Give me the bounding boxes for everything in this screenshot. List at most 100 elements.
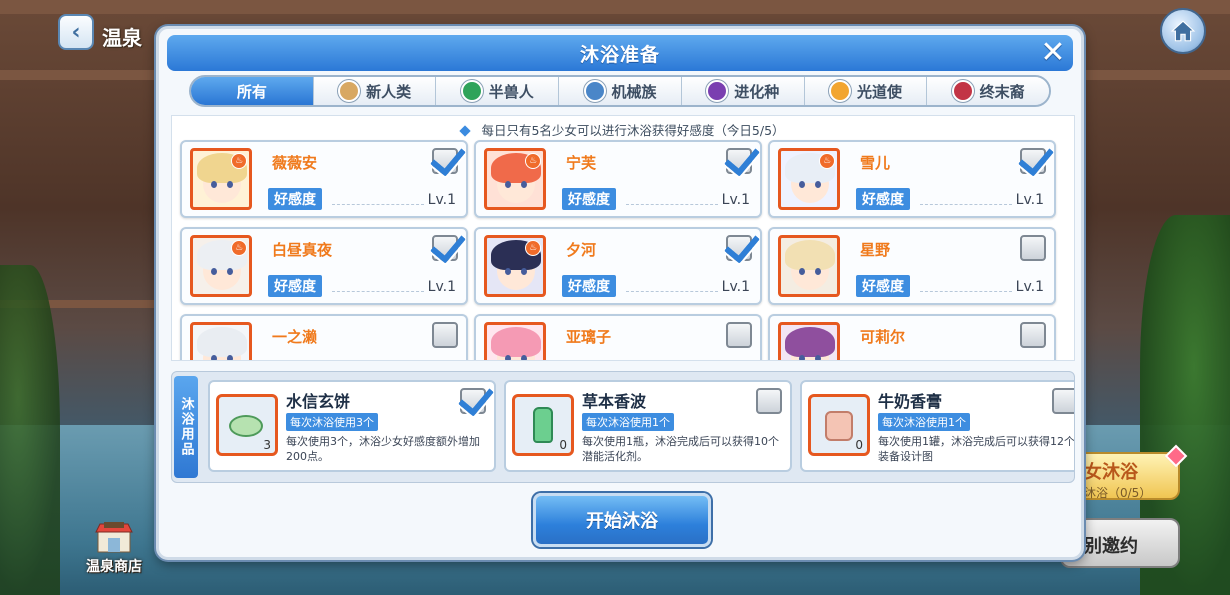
select-checkbox[interactable]: [726, 235, 752, 261]
tab-4[interactable]: 进化种: [681, 77, 805, 105]
character-name: 宁芙: [566, 154, 597, 172]
item-description: 每次使用1罐，沐浴完成后可以获得12个装备设计图: [878, 435, 1075, 463]
bath-item-card[interactable]: 0 牛奶香膏 每次沐浴使用1个 每次使用1罐，沐浴完成后可以获得12个装备设计图: [800, 380, 1075, 472]
back-button[interactable]: ‹: [58, 14, 94, 50]
character-card[interactable]: 星野 好感度 Lv.1: [768, 227, 1056, 305]
select-checkbox[interactable]: [432, 235, 458, 261]
favor-label: 好感度: [268, 188, 322, 210]
character-name: 雪儿: [860, 154, 891, 172]
new-human-icon: [338, 80, 361, 102]
favor-progress-line: [332, 204, 424, 205]
tab-0[interactable]: 所有: [191, 77, 314, 105]
tab-label: 机械族: [611, 82, 657, 101]
daily-limit-notice: 每日只有5名少女可以进行沐浴获得好感度（今日5/5）: [172, 120, 1074, 139]
special-invite-label: 别邀约: [1084, 536, 1138, 557]
favor-label: 好感度: [856, 275, 910, 297]
bath-skill-icon: ♨: [525, 240, 541, 256]
favor-label: 好感度: [562, 275, 616, 297]
home-button[interactable]: [1160, 8, 1206, 54]
item-usage-tag: 每次沐浴使用3个: [286, 413, 378, 431]
light-icon: [828, 80, 851, 102]
item-description: 每次使用3个，沐浴少女好感度额外增加200点。: [286, 435, 480, 463]
character-portrait: ♨: [190, 148, 252, 210]
dialog-header: 沐浴准备 ✕: [167, 35, 1073, 71]
character-card[interactable]: ♨ 宁芙 好感度 Lv.1: [474, 140, 762, 218]
character-card[interactable]: 亚璃子: [474, 314, 762, 360]
close-icon: ✕: [1040, 35, 1066, 70]
tab-5[interactable]: 光道使: [804, 77, 928, 105]
dialog-title: 沐浴准备: [579, 43, 660, 66]
tab-label: 新人类: [366, 82, 412, 101]
bath-skill-icon: ♨: [231, 240, 247, 256]
character-level: Lv.1: [427, 192, 456, 208]
item-name: 牛奶香膏: [878, 392, 943, 411]
select-checkbox[interactable]: [432, 148, 458, 174]
shampoo-bottle-icon: 0: [512, 394, 574, 456]
character-card[interactable]: ♨ 白昼真夜 好感度 Lv.1: [180, 227, 468, 305]
character-card[interactable]: 一之濑: [180, 314, 468, 360]
favor-label: 好感度: [562, 188, 616, 210]
tab-1[interactable]: 新人类: [313, 77, 437, 105]
home-icon: [1170, 20, 1196, 42]
item-usage-tag: 每次沐浴使用1个: [582, 413, 674, 431]
bath-entry-count: 沐浴（0/5）: [1084, 486, 1152, 500]
tab-label: 进化种: [734, 82, 780, 101]
bath-items-panel: 沐浴用品 3 水信玄饼 每次沐浴使用3个 每次使用3个，沐浴少女好感度额外增加200点…: [171, 371, 1075, 483]
select-checkbox[interactable]: [432, 322, 458, 348]
diamond-bullet-icon: [459, 125, 472, 137]
character-portrait: [778, 235, 840, 297]
tab-label: 光道使: [856, 82, 902, 101]
item-quantity: 3: [263, 438, 271, 452]
tab-3[interactable]: 机械族: [559, 77, 682, 105]
end-icon: [951, 80, 974, 102]
character-name: 星野: [860, 241, 891, 259]
character-list[interactable]: 每日只有5名少女可以进行沐浴获得好感度（今日5/5） ♨ 薇薇安好感度 Lv.1 ♨ 宁…: [171, 115, 1075, 361]
shop-icon: [94, 520, 134, 556]
item-select-checkbox[interactable]: [1052, 388, 1074, 414]
select-checkbox[interactable]: [1020, 322, 1046, 348]
tab-label: 半兽人: [488, 82, 534, 101]
select-checkbox[interactable]: [1020, 235, 1046, 261]
character-name: 夕河: [566, 241, 597, 259]
start-bath-button[interactable]: 开始沐浴: [533, 493, 711, 547]
item-name: 草本香波: [582, 392, 647, 411]
character-portrait: ♨: [778, 148, 840, 210]
item-description: 每次使用1瓶，沐浴完成后可以获得10个潜能活化剂。: [582, 435, 779, 463]
character-level: Lv.1: [427, 279, 456, 295]
favor-progress-line: [920, 291, 1012, 292]
notice-text: 每日只有5名少女可以进行沐浴获得好感度（今日5/5）: [481, 123, 785, 138]
select-checkbox[interactable]: [726, 148, 752, 174]
character-portrait: ♨: [190, 235, 252, 297]
start-bath-label: 开始沐浴: [586, 511, 658, 532]
bath-skill-icon: ♨: [231, 153, 247, 169]
character-card[interactable]: ♨ 薇薇安好感度 Lv.1: [180, 140, 468, 218]
tab-6[interactable]: 终末裔: [927, 77, 1049, 105]
favor-progress-line: [332, 291, 424, 292]
bath-item-card[interactable]: 3 水信玄饼 每次沐浴使用3个 每次使用3个，沐浴少女好感度额外增加200点。: [208, 380, 496, 472]
bath-item-card[interactable]: 0 草本香波每次沐浴使用1个每次使用1瓶，沐浴完成后可以获得10个潜能活化剂。: [504, 380, 792, 472]
select-checkbox[interactable]: [1020, 148, 1046, 174]
character-card[interactable]: ♨ 夕河好感度 Lv.1: [474, 227, 762, 305]
item-select-checkbox[interactable]: [756, 388, 782, 414]
bath-entry-title: 女沐浴: [1084, 462, 1138, 483]
item-select-checkbox[interactable]: [460, 388, 486, 414]
bath-items-label: 沐浴用品: [174, 376, 198, 478]
hot-spring-shop-button[interactable]: 温泉商店: [78, 520, 150, 580]
character-portrait: [484, 322, 546, 360]
close-button[interactable]: ✕: [1037, 37, 1069, 69]
select-checkbox[interactable]: [726, 322, 752, 348]
character-name: 可莉尔: [860, 328, 906, 346]
character-portrait: [190, 322, 252, 360]
cream-jar-icon: 0: [808, 394, 870, 456]
bath-skill-icon: ♨: [525, 153, 541, 169]
character-name: 薇薇安: [272, 154, 318, 172]
character-card[interactable]: ♨ 雪儿 好感度 Lv.1: [768, 140, 1056, 218]
character-name: 一之濑: [272, 328, 318, 346]
character-card[interactable]: 可莉尔: [768, 314, 1056, 360]
character-portrait: ♨: [484, 235, 546, 297]
character-level: Lv.1: [721, 279, 750, 295]
favor-progress-line: [626, 204, 718, 205]
tab-2[interactable]: 半兽人: [436, 77, 560, 105]
favor-progress-line: [626, 291, 718, 292]
shop-label: 温泉商店: [86, 559, 142, 575]
